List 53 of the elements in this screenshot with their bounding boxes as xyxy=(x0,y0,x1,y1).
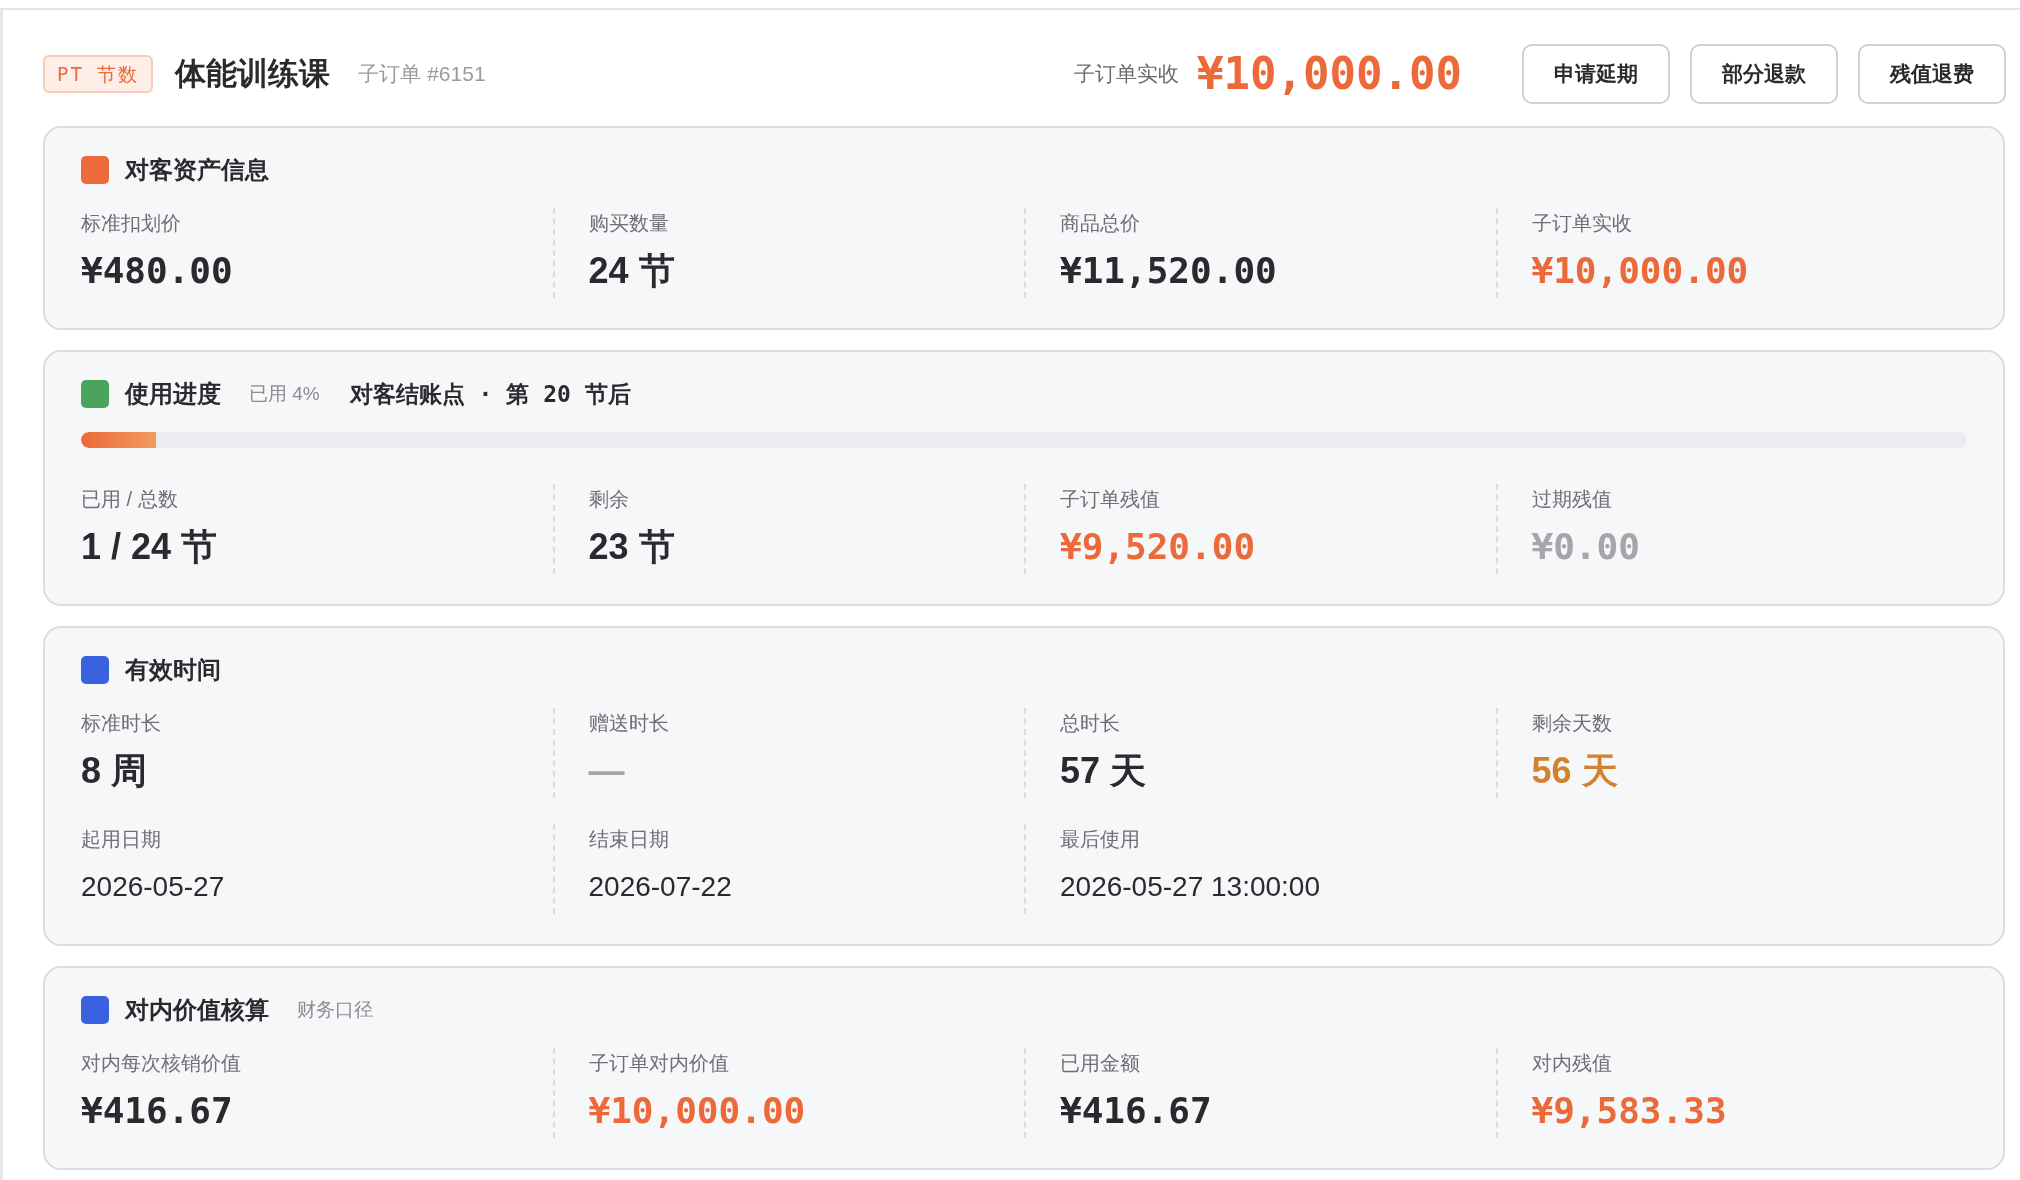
field-value: ¥0.00 xyxy=(1531,525,1640,569)
field-value: 1 / 24 节 xyxy=(81,525,218,569)
field-value: 8 周 xyxy=(81,749,148,793)
field-value: 2026-07-22 xyxy=(588,870,732,904)
usage-percent: 已用 4% xyxy=(249,381,320,406)
section-title: 对内价值核算 xyxy=(125,995,269,1025)
field-value: 24 节 xyxy=(588,249,675,293)
field-label: 子订单残值 xyxy=(1060,487,1161,512)
field-label: 已用金额 xyxy=(1060,1051,1141,1076)
field-value: 23 节 xyxy=(588,525,675,569)
field-label: 标准时长 xyxy=(81,711,162,736)
field-label: 标准扣划价 xyxy=(81,211,182,236)
sub-order-number: 子订单 #6151 xyxy=(358,61,486,88)
field-label: 子订单实收 xyxy=(1531,211,1633,236)
field-value: 56 天 xyxy=(1531,749,1618,793)
field-label: 总时长 xyxy=(1060,711,1121,736)
field-value: 2026-05-27 xyxy=(81,870,225,904)
section-title: 对客资产信息 xyxy=(125,155,269,185)
tag-badge: PT 节数 xyxy=(43,54,154,94)
section-title: 使用进度 xyxy=(125,379,221,409)
checkpoint-text: 对客结账点 · 第 20 节后 xyxy=(349,379,631,409)
field-value: ¥9,583.33 xyxy=(1531,1089,1727,1133)
field-label: 最后使用 xyxy=(1060,827,1141,852)
field-label: 赠送时长 xyxy=(588,711,670,736)
field-value: ¥10,000.00 xyxy=(1531,249,1749,293)
section-title: 有效时间 xyxy=(125,655,221,685)
action-button[interactable]: 残值退费 xyxy=(1858,44,2006,104)
field-value: — xyxy=(588,749,625,793)
field-value: ¥480.00 xyxy=(81,249,233,293)
field-label: 购买数量 xyxy=(588,211,670,236)
course-title: 体能训练课 xyxy=(175,54,331,93)
field-label: 剩余天数 xyxy=(1531,711,1613,736)
field-value: 57 天 xyxy=(1060,749,1147,793)
field-value: ¥416.67 xyxy=(1060,1089,1212,1133)
field-value: 2026-05-27 13:00:00 xyxy=(1060,870,1320,904)
field-label: 起用日期 xyxy=(81,827,162,852)
field-label: 结束日期 xyxy=(588,827,670,852)
section-note: 财务口径 xyxy=(297,997,373,1022)
field-value: ¥11,520.00 xyxy=(1060,249,1277,293)
field-label: 对内残值 xyxy=(1531,1051,1613,1076)
paid-amount: ¥10,000.00 xyxy=(1197,47,1462,101)
field-value: ¥416.67 xyxy=(81,1089,233,1133)
field-label: 已用 / 总数 xyxy=(81,487,179,512)
field-value: ¥9,520.00 xyxy=(1060,525,1256,569)
field-label: 子订单对内价值 xyxy=(588,1051,730,1076)
action-button[interactable]: 申请延期 xyxy=(1522,44,1670,104)
action-button[interactable]: 部分退款 xyxy=(1690,44,1838,104)
paid-label: 子订单实收 xyxy=(1074,61,1180,88)
field-label: 对内每次核销价值 xyxy=(81,1051,242,1076)
field-value: ¥10,000.00 xyxy=(588,1089,806,1133)
field-label: 剩余 xyxy=(588,487,630,512)
field-label: 过期残值 xyxy=(1531,487,1613,512)
field-label: 商品总价 xyxy=(1060,211,1141,236)
